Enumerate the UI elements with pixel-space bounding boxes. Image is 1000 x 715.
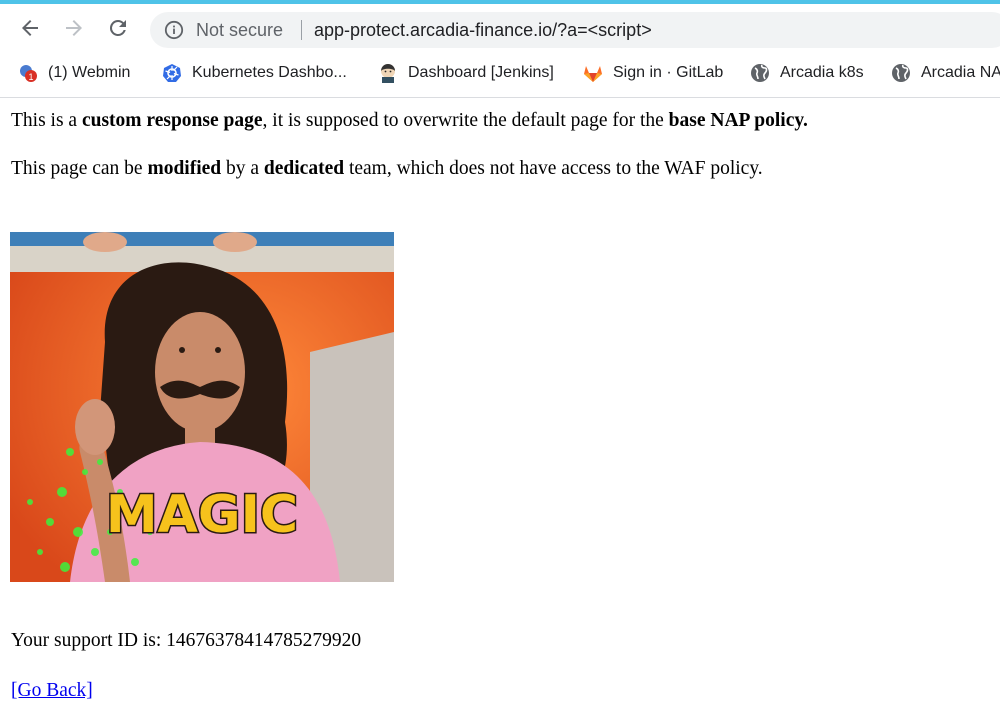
base-nap-policy-emphasis: base NAP policy.: [668, 110, 808, 131]
reload-button[interactable]: [106, 16, 130, 40]
support-id: 14676378414785279920: [166, 630, 362, 651]
magic-illustration: MAGIC: [10, 232, 394, 582]
webmin-icon: 1: [20, 65, 37, 82]
reload-icon: [109, 19, 126, 36]
gitlab-icon: [584, 66, 602, 82]
modification-paragraph: This page can be modified by a dedicated…: [11, 158, 763, 179]
globe-icon: [892, 64, 910, 82]
forward-button[interactable]: [62, 16, 86, 40]
jenkins-icon: [381, 64, 395, 83]
svg-text:1: 1: [28, 72, 33, 82]
info-icon[interactable]: [164, 20, 184, 40]
kubernetes-icon: [163, 64, 181, 82]
globe-icon: [751, 64, 769, 82]
magic-caption: MAGIC: [106, 485, 298, 545]
modified-emphasis: modified: [147, 158, 222, 179]
back-button[interactable]: [18, 16, 42, 40]
arrow-left-icon: [22, 20, 38, 36]
browser-toolbar: Not secure app-protect.arcadia-finance.i…: [0, 4, 1000, 52]
custom-response-emphasis: custom response page: [81, 110, 263, 131]
intro-paragraph: This is a custom response page, it is su…: [11, 110, 808, 131]
address-divider: [301, 20, 302, 40]
support-id-line: Your support ID is: 14676378414785279920: [11, 630, 362, 651]
bookmarks-bar: 1 (1) Webmin Kubernetes Dashbo... Dashbo…: [0, 52, 1000, 98]
magic-gif-image: MAGIC: [10, 232, 394, 582]
go-back-link[interactable]: [Go Back]: [11, 680, 93, 702]
address-bar[interactable]: Not secure app-protect.arcadia-finance.i…: [150, 12, 1000, 48]
not-secure-label[interactable]: Not secure: [196, 20, 283, 41]
dedicated-emphasis: dedicated: [263, 158, 345, 179]
url-text[interactable]: app-protect.arcadia-finance.io/?a=<scrip…: [314, 20, 652, 41]
arrow-right-icon: [66, 20, 82, 36]
